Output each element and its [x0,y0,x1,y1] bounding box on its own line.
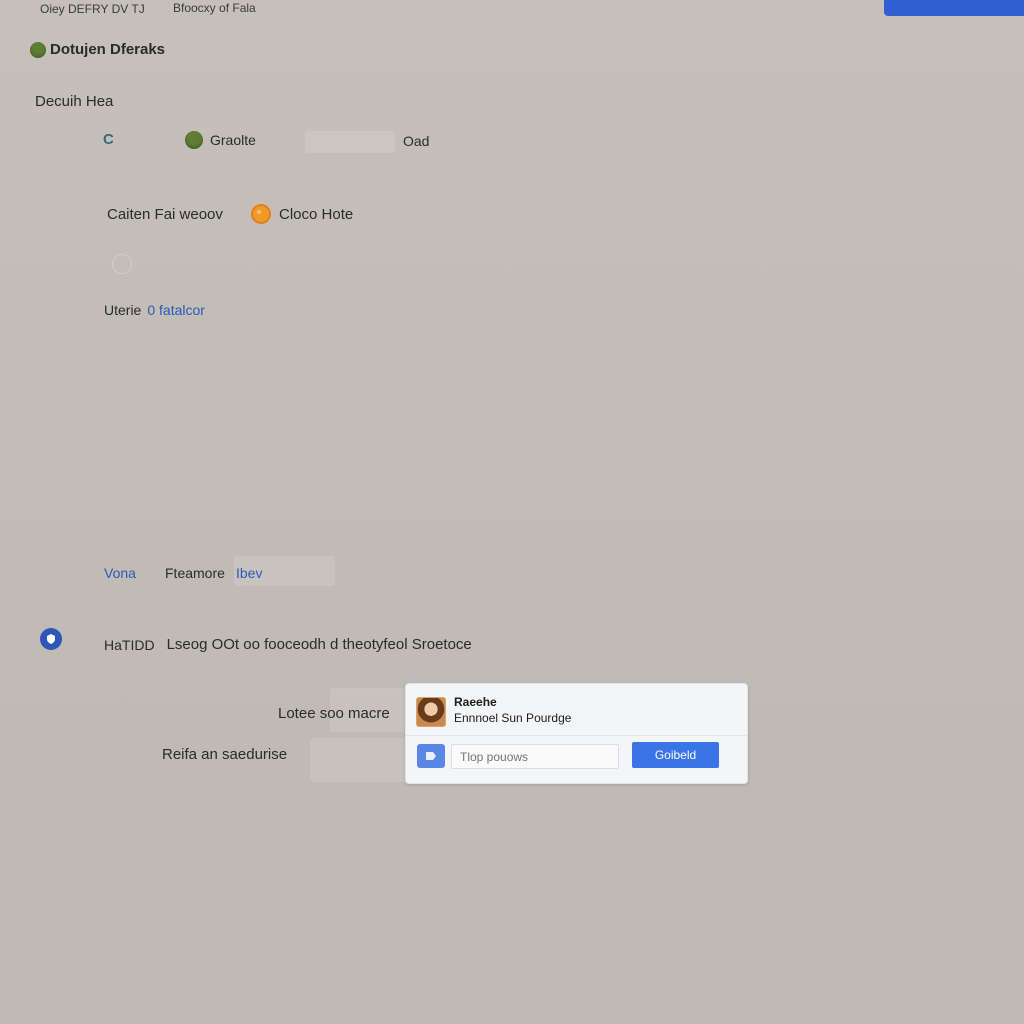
status-dot-icon [30,41,46,58]
top-right-action-button[interactable] [884,0,1024,16]
reply-field[interactable] [310,738,410,782]
popup-submit-button[interactable]: Goibeld [632,742,719,768]
inline-field[interactable] [305,131,395,153]
page-header: Dotujen Dferaks [30,41,165,58]
share-popup: Raeehe Ennnoel Sun Pourdge Goibeld [405,683,748,784]
row3: Uterie 0 fatalcor [104,302,205,318]
green-status-icon [185,131,203,149]
row1-right-label: Oad [403,133,430,149]
top-breadcrumb[interactable]: Bfoocxy of Fala [173,1,256,15]
tab-fteamore[interactable]: Fteamore [165,565,225,581]
avatar [416,697,446,727]
row3-prefix: Uterie [104,302,142,318]
row3-link[interactable]: 0 fatalcor [147,302,205,318]
row2-right-label: Cloco Hote [279,205,354,223]
section-heading: Decuih Hea [35,93,114,110]
notice-row: HaTIDD Lseog OOt oo fooceodh d theotyfeo… [104,636,472,653]
row2-left-label: Caiten Fai weoov [107,206,223,223]
tab-ibev[interactable]: Ibev [236,565,262,581]
shield-icon [40,628,62,650]
location-label: Lotee soo macre [278,705,390,722]
tab-vona[interactable]: Vona [104,565,136,581]
attachment-icon[interactable] [417,744,445,768]
reply-label: Reifa an saedurise [162,746,288,763]
popup-divider [406,735,747,736]
popup-title: Raeehe [454,695,497,709]
row2-status[interactable]: Cloco Hote [251,204,353,224]
status-label: Graolte [210,132,256,148]
page-title: Dotujen Dferaks [50,41,166,58]
empty-radio-icon[interactable] [112,254,132,274]
popup-input[interactable] [451,744,619,769]
back-chevron-icon[interactable]: C [103,131,114,148]
warning-status-icon [251,204,271,224]
top-menu-text[interactable]: Oiey DEFRY DV TJ [40,2,145,16]
status-item[interactable]: Graolte [185,131,256,149]
notice-prefix: HaTIDD [104,636,155,653]
notice-text: Lseog OOt oo fooceodh d theotyfeol Sroet… [166,636,472,653]
popup-subtitle: Ennnoel Sun Pourdge [454,711,572,725]
